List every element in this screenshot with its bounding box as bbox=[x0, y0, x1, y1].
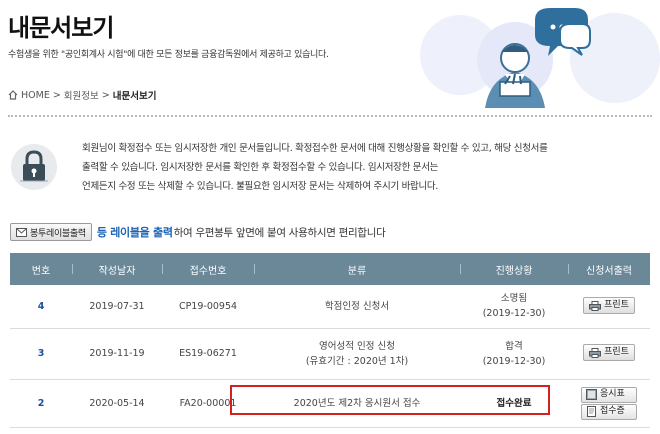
table-row: 4 2019-07-31 CP19-00954 학점인정 신청서 소명됨 (20… bbox=[10, 285, 650, 329]
receipt-certificate-button-label: 접수증 bbox=[600, 406, 625, 416]
printer-icon bbox=[589, 347, 602, 358]
print-button[interactable]: 프린트 bbox=[583, 297, 635, 314]
lock-icon bbox=[11, 144, 57, 190]
row-status: 소명됨 (2019-12-30) bbox=[460, 285, 568, 329]
label-highlight-text: 등 레이블을 출력 bbox=[96, 226, 173, 239]
table-header-row: 번호 작성날자 접수번호 분류 진행상황 신청서출력 bbox=[10, 253, 650, 285]
row-print: 프린트 bbox=[568, 328, 650, 380]
print-button-label: 프린트 bbox=[604, 300, 629, 310]
print-button-label: 프린트 bbox=[604, 347, 629, 358]
receipt-certificate-button[interactable]: 접수증 bbox=[581, 403, 637, 420]
row-category[interactable]: 영어성적 인정 신청 (유효기간 : 2020년 1차) bbox=[254, 328, 460, 380]
envelope-label-print-label: 봉투레이블출력 bbox=[30, 228, 86, 239]
ticket-icon bbox=[586, 389, 597, 400]
print-button[interactable]: 프린트 bbox=[583, 344, 635, 362]
row-number: 2 bbox=[10, 379, 72, 428]
column-header-receipt: 접수번호 bbox=[162, 253, 254, 285]
row-status-date: (2019-12-30) bbox=[482, 308, 546, 320]
row-print: 프린트 bbox=[568, 285, 650, 329]
page-description: 수험생을 위한 "공인회계사 시험"에 대한 모든 정보를 금융감독원에서 제공… bbox=[8, 50, 329, 60]
breadcrumb-home[interactable]: HOME bbox=[21, 90, 50, 101]
page-title: 내문서보기 bbox=[8, 14, 114, 42]
label-print-row: 봉투레이블출력 등 레이블을 출력 하여 우편봉투 앞면에 붙여 사용하시면 편… bbox=[10, 223, 386, 241]
highlight-box bbox=[230, 385, 550, 415]
notice-line: 출력할 수 있습니다. 임시저장한 문서를 확인한 후 확정접수할 수 있습니다… bbox=[82, 162, 439, 173]
notice-line: 언제든지 수정 또는 삭제할 수 있습니다. 불필요한 임시저장 문서는 삭제하… bbox=[82, 181, 439, 192]
home-icon bbox=[8, 90, 18, 100]
breadcrumb: HOME > 회원정보 > 내문서보기 bbox=[8, 88, 156, 102]
row-status-date: (2019-12-30) bbox=[482, 355, 546, 367]
breadcrumb-current: 내문서보기 bbox=[112, 91, 157, 102]
row-category-text[interactable]: 학점인정 신청서 bbox=[325, 301, 389, 312]
row-date: 2020-05-14 bbox=[72, 379, 162, 428]
notice-text: 회원님이 확정접수 또는 임시저장한 개인 문서들입니다. 확정접수한 문서에 … bbox=[82, 139, 642, 196]
document-icon bbox=[587, 406, 596, 417]
exam-ticket-button[interactable]: 응시표 bbox=[581, 386, 637, 403]
row-number: 3 bbox=[10, 328, 72, 380]
row-date: 2019-11-19 bbox=[72, 328, 162, 380]
envelope-icon bbox=[16, 227, 27, 237]
column-header-status: 진행상황 bbox=[460, 253, 568, 285]
row-status: 합격 (2019-12-30) bbox=[460, 328, 568, 380]
row-date: 2019-07-31 bbox=[72, 285, 162, 329]
column-header-category: 분류 bbox=[254, 253, 460, 285]
row-category[interactable]: 학점인정 신청서 bbox=[254, 285, 460, 329]
table-row: 3 2019-11-19 ES19-06271 영어성적 인정 신청 (유효기간… bbox=[10, 328, 650, 380]
printer-icon bbox=[589, 300, 602, 311]
row-category-text[interactable]: 영어성적 인정 신청 bbox=[254, 339, 460, 354]
exam-ticket-button-label: 응시표 bbox=[600, 389, 625, 399]
row-status-text: 소명됨 bbox=[500, 293, 528, 305]
breadcrumb-separator: > bbox=[101, 89, 110, 101]
column-header-print: 신청서출력 bbox=[568, 253, 650, 285]
divider bbox=[8, 115, 652, 117]
breadcrumb-section[interactable]: 회원정보 bbox=[64, 88, 99, 102]
row-number: 4 bbox=[10, 285, 72, 329]
row-receipt-number: CP19-00954 bbox=[162, 285, 254, 329]
row-receipt-number: ES19-06271 bbox=[162, 328, 254, 380]
header-illustration bbox=[420, 8, 660, 108]
row-print: 응시표 접수증 bbox=[568, 379, 650, 428]
column-header-no: 번호 bbox=[10, 253, 72, 285]
breadcrumb-separator: > bbox=[52, 89, 61, 101]
column-header-date: 작성날자 bbox=[72, 253, 162, 285]
row-status-text: 합격 bbox=[505, 340, 523, 352]
label-description-text: 하여 우편봉투 앞면에 붙여 사용하시면 편리합니다 bbox=[173, 226, 386, 239]
notice-line: 회원님이 확정접수 또는 임시저장한 개인 문서들입니다. 확정접수한 문서에 … bbox=[82, 143, 548, 154]
row-category-subtext: (유효기간 : 2020년 1차) bbox=[305, 355, 409, 367]
envelope-label-print-button[interactable]: 봉투레이블출력 bbox=[10, 223, 92, 241]
